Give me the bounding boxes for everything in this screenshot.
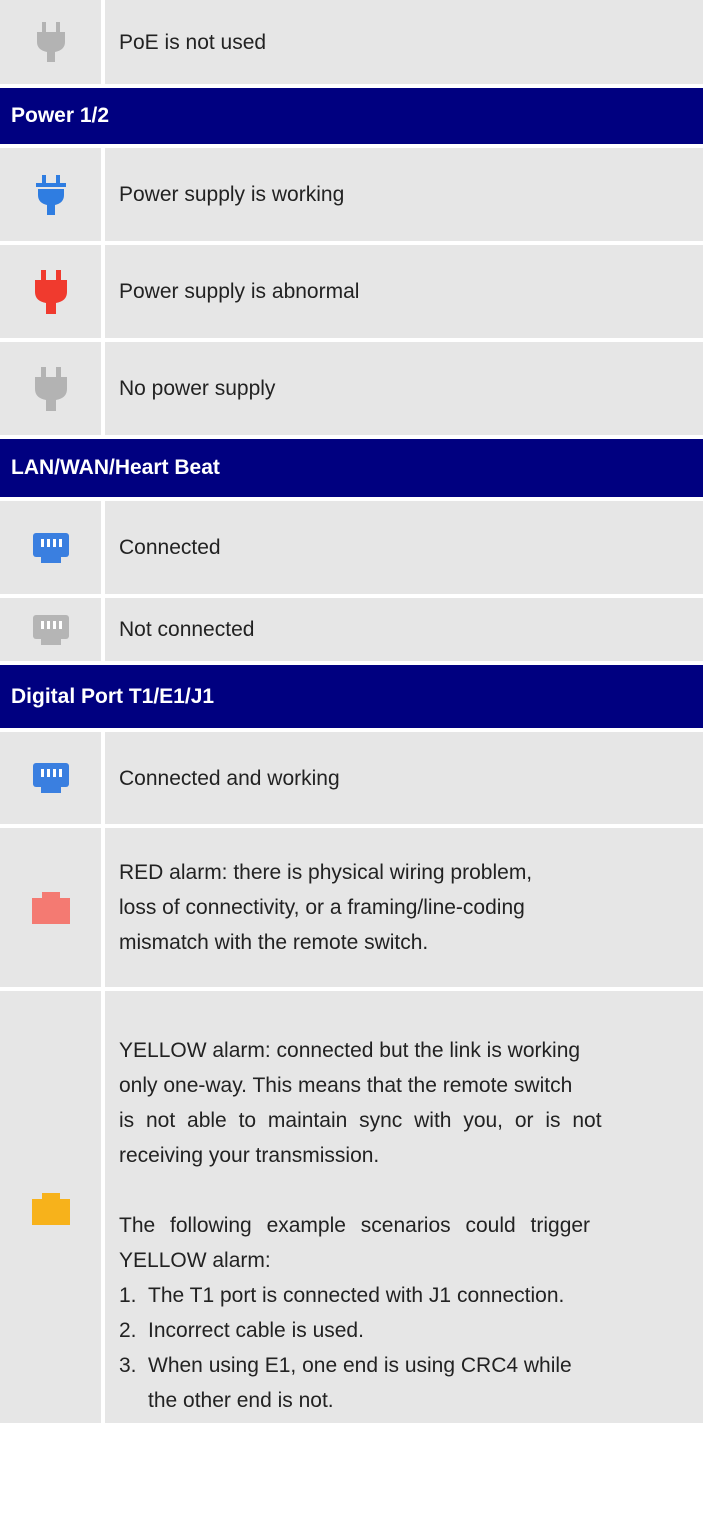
icon-cell: [0, 0, 105, 84]
icon-cell: [0, 342, 105, 435]
list-item: 2. Incorrect cable is used.: [119, 1313, 703, 1348]
table-row: No power supply: [0, 342, 703, 439]
port-alarm-icon: [31, 1193, 70, 1225]
section-title: LAN/WAN/Heart Beat: [11, 456, 220, 479]
list-item: the other end is not.: [119, 1383, 703, 1418]
power-abnormal-label: Power supply is abnormal: [119, 280, 360, 303]
no-power-label: No power supply: [119, 377, 276, 400]
description-cell: Not connected: [105, 598, 703, 661]
ethernet-port-icon: [32, 532, 69, 563]
yellow-alarm-line: YELLOW alarm: connected but the link is …: [119, 1039, 581, 1062]
lan-not-connected-label: Not connected: [119, 618, 255, 641]
plug-icon: [34, 269, 67, 314]
poe-not-used-label: PoE is not used: [119, 30, 267, 54]
scenario-intro-line: YELLOW alarm:: [119, 1249, 271, 1272]
power-working-label: Power supply is working: [119, 183, 345, 206]
table-row: PoE is not used: [0, 0, 703, 88]
digital-connected-label: Connected and working: [119, 766, 340, 790]
red-alarm-line: RED alarm: there is physical wiring prob…: [119, 861, 533, 884]
list-number: 2.: [119, 1319, 137, 1342]
section-header-power: Power 1/2: [0, 88, 703, 148]
table-row: Power supply is working: [0, 148, 703, 245]
table-row: RED alarm: there is physical wiring prob…: [0, 828, 703, 991]
plug-icon: [35, 174, 66, 215]
ethernet-port-icon: [32, 614, 69, 645]
yellow-alarm-line: is not able to maintain sync with you, o…: [119, 1109, 602, 1132]
list-number: [119, 1383, 148, 1418]
description-cell: Connected: [105, 501, 703, 594]
ethernet-port-icon: [32, 763, 69, 793]
list-item: 1. The T1 port is connected with J1 conn…: [119, 1278, 703, 1313]
plug-icon: [36, 22, 65, 62]
plug-icon: [34, 366, 67, 411]
icon-cell: [0, 245, 105, 338]
description-cell: RED alarm: there is physical wiring prob…: [105, 828, 703, 987]
description-cell: YELLOW alarm: connected but the link is …: [105, 991, 703, 1423]
icon-cell: [0, 148, 105, 241]
status-icon-table: PoE is not used Power 1/2 Power supply i…: [0, 0, 703, 1423]
list-text: The T1 port is connected with J1 connect…: [148, 1284, 565, 1307]
list-text: When using E1, one end is using CRC4 whi…: [148, 1354, 572, 1377]
port-alarm-icon: [31, 891, 70, 924]
list-text: the other end is not.: [148, 1389, 334, 1412]
red-alarm-line: mismatch with the remote switch.: [119, 931, 429, 954]
icon-cell: [0, 991, 105, 1423]
table-row: YELLOW alarm: connected but the link is …: [0, 991, 703, 1423]
section-header-digital-port: Digital Port T1/E1/J1: [0, 665, 703, 732]
scenario-list: 1. The T1 port is connected with J1 conn…: [119, 1278, 703, 1418]
red-alarm-line: loss of connectivity, or a framing/line-…: [119, 896, 525, 919]
description-cell: PoE is not used: [105, 0, 703, 84]
section-title: Digital Port T1/E1/J1: [11, 684, 215, 708]
icon-cell: [0, 501, 105, 594]
list-text: Incorrect cable is used.: [148, 1319, 364, 1342]
list-number: 1.: [119, 1284, 137, 1307]
list-item: 3. When using E1, one end is using CRC4 …: [119, 1348, 703, 1383]
icon-cell: [0, 732, 105, 824]
section-title: Power 1/2: [11, 104, 110, 127]
section-header-lan: LAN/WAN/Heart Beat: [0, 439, 703, 501]
scenario-intro-line: The following example scenarios could tr…: [119, 1214, 591, 1237]
icon-cell: [0, 828, 105, 987]
yellow-alarm-line: receiving your transmission.: [119, 1144, 380, 1167]
description-cell: Power supply is abnormal: [105, 245, 703, 338]
table-row: Power supply is abnormal: [0, 245, 703, 342]
yellow-alarm-line: only one-way. This means that the remote…: [119, 1074, 573, 1097]
icon-cell: [0, 598, 105, 661]
table-row: Not connected: [0, 598, 703, 665]
table-row: Connected and working: [0, 732, 703, 828]
description-cell: No power supply: [105, 342, 703, 435]
table-row: Connected: [0, 501, 703, 598]
description-cell: Power supply is working: [105, 148, 703, 241]
description-cell: Connected and working: [105, 732, 703, 824]
list-number: 3.: [119, 1354, 137, 1377]
lan-connected-label: Connected: [119, 536, 221, 559]
